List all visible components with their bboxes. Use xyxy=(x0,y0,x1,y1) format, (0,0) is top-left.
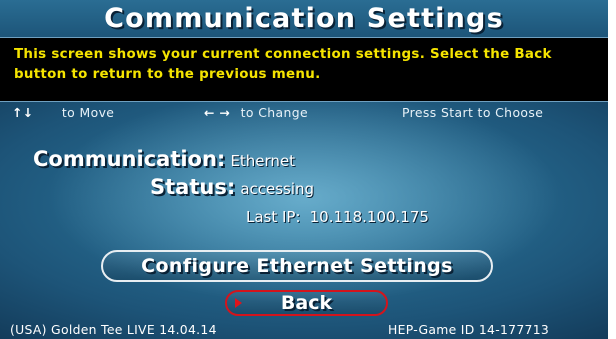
title-bar: Communication Settings xyxy=(0,0,608,37)
configure-ethernet-settings-button[interactable]: Configure Ethernet Settings xyxy=(101,250,493,282)
footer: (USA) Golden Tee LIVE 14.04.14 HEP-Game … xyxy=(0,320,608,339)
status-label: Status: xyxy=(150,175,236,199)
info-text: This screen shows your current connectio… xyxy=(14,47,552,82)
last-ip-label: Last IP: xyxy=(246,208,301,226)
game-id-text: HEP-Game ID 14-177713 xyxy=(388,322,550,337)
move-hint: ↑↓ to Move xyxy=(12,105,114,120)
left-right-arrows-icon: ← → xyxy=(204,105,231,120)
change-hint: ← → to Change xyxy=(204,105,308,120)
up-down-arrows-icon: ↑↓ xyxy=(12,105,34,120)
communication-row: Communication: Ethernet xyxy=(33,147,295,171)
change-hint-label: to Change xyxy=(240,105,309,120)
back-button[interactable]: Back xyxy=(225,290,388,316)
status-value: accessing xyxy=(240,180,315,198)
move-hint-label: to Move xyxy=(61,105,115,120)
configure-button-label: Configure Ethernet Settings xyxy=(141,255,453,277)
status-row: Status: accessing xyxy=(150,175,314,199)
selection-arrow-icon xyxy=(235,298,242,308)
back-button-label: Back xyxy=(280,292,333,314)
choose-hint: Press Start to Choose xyxy=(402,105,544,120)
info-box: This screen shows your current connectio… xyxy=(0,37,608,102)
page-title: Communication Settings xyxy=(104,3,504,34)
control-hints: ↑↓ to Move ← → to Change Press Start to … xyxy=(0,102,608,124)
communication-label: Communication: xyxy=(33,147,226,171)
version-text: (USA) Golden Tee LIVE 14.04.14 xyxy=(10,322,217,337)
last-ip-row: Last IP: 10.118.100.175 xyxy=(246,207,429,226)
last-ip-value: 10.118.100.175 xyxy=(309,208,429,226)
communication-settings-screen: Communication Settings This screen shows… xyxy=(0,0,608,339)
communication-value: Ethernet xyxy=(230,152,296,170)
